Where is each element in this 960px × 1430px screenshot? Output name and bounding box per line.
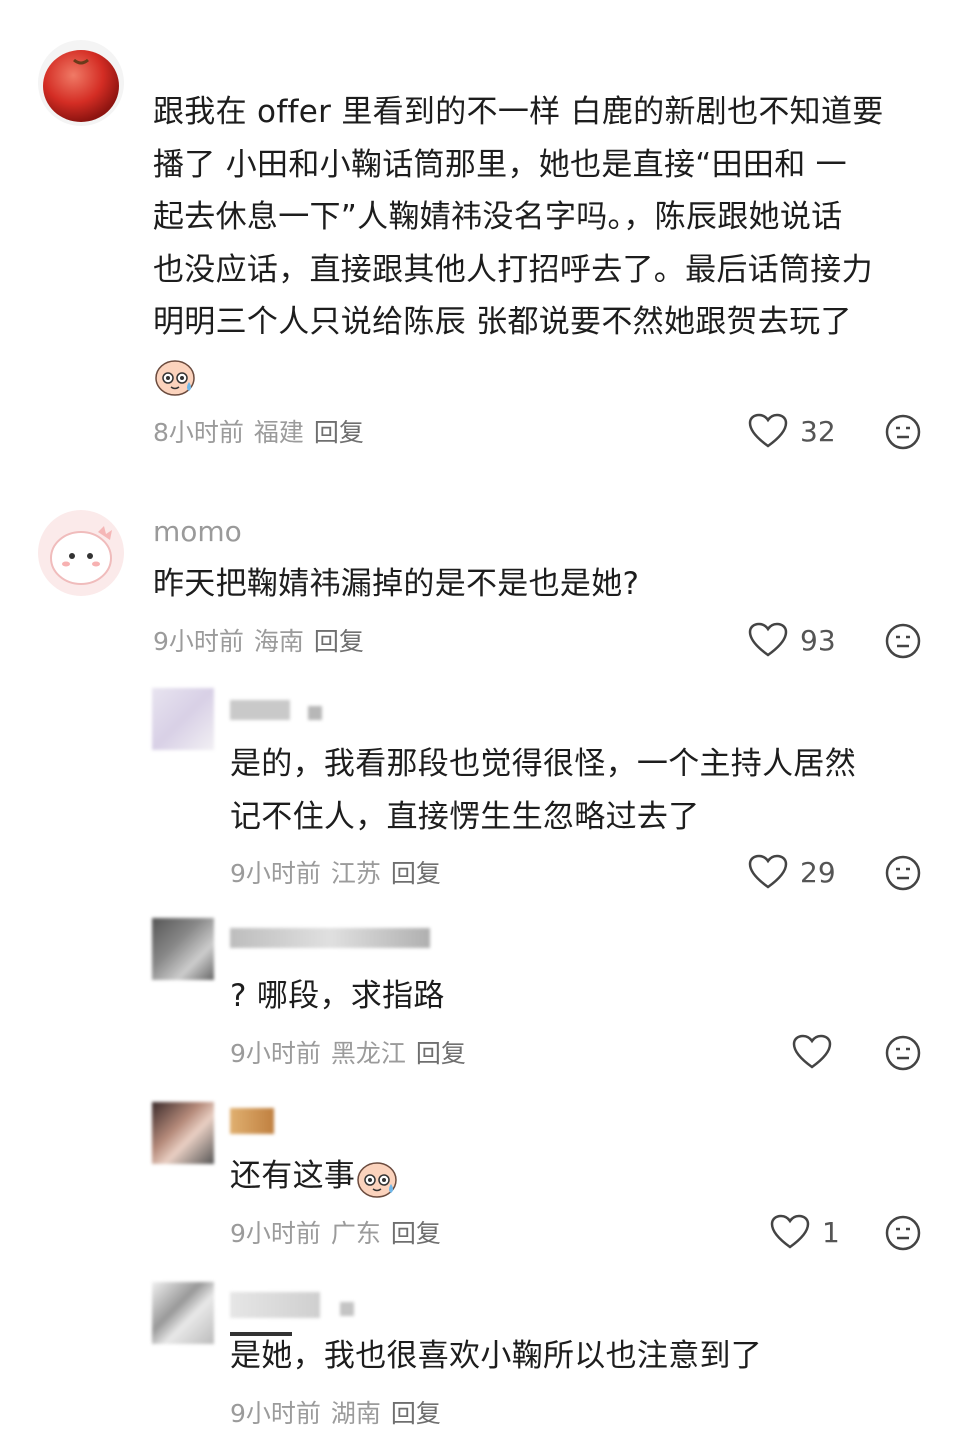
like-button[interactable]: 29 [748,854,836,890]
comment-location: 湖南 [330,1399,381,1428]
comment-line: 明明三个人只说给陈辰 张都说要不然她跟贺去玩了 [153,304,852,340]
blurred-avatar[interactable] [152,1102,214,1164]
comment-time: 9小时前 [230,1219,321,1248]
blurred-avatar[interactable] [152,918,214,980]
like-button[interactable]: 32 [748,413,836,449]
dislike-face-icon[interactable] [884,854,922,892]
dislike-face-icon[interactable] [884,413,922,451]
heart-icon [748,413,788,448]
dino-icon [50,526,112,585]
blurred-username-tail [308,706,322,720]
reply-button[interactable]: 回复 [391,1399,441,1428]
blurred-username [230,1108,274,1134]
apple-avatar[interactable] [38,40,124,126]
like-button[interactable] [792,1034,844,1070]
reply-button[interactable]: 回复 [314,418,364,447]
heart-icon [792,1034,832,1069]
sweat-face-emoji [357,1161,397,1198]
sweat-face-emoji [155,360,195,396]
comment-meta: 9小时前 海南 回复 [153,622,374,658]
comment-line: 还有这事 [230,1158,356,1194]
like-button[interactable]: 1 [770,1214,840,1250]
comment-location: 广东 [330,1219,381,1248]
comment-text: ? 哪段，求指路 [230,970,930,1023]
comment-time: 9小时前 [230,859,321,888]
like-count: 93 [800,623,836,657]
reply-button[interactable]: 回复 [416,1039,466,1068]
comment-text: 是她，我也很喜欢小鞠所以也注意到了 [230,1330,930,1383]
dislike-face-icon[interactable] [884,622,922,660]
reply-button[interactable]: 回复 [314,627,364,656]
comment-location: 福建 [253,418,304,447]
comment-line: 跟我在 offer 里看到的不一样 白鹿的新剧也不知道要 [153,94,884,130]
blurred-username [230,700,290,720]
dislike-face-icon[interactable] [884,1034,922,1072]
comment-line: 是她，我也很喜欢小鞠所以也注意到了 [230,1338,763,1374]
comment-meta: 9小时前 江苏 回复 [230,854,451,890]
blurred-username [230,928,430,948]
username[interactable]: momo [153,515,242,548]
comment-text: 昨天把鞠婧祎漏掉的是不是也是她? [153,558,933,611]
comment-meta: 9小时前 黑龙江 回复 [230,1034,476,1070]
blurred-avatar[interactable] [152,688,214,750]
reply-button[interactable]: 回复 [391,859,441,888]
comment-meta: 8小时前 福建 回复 [153,413,374,449]
heart-icon [770,1214,810,1249]
like-button[interactable]: 93 [748,622,836,658]
comment-line: 起去休息一下”人鞠婧祎没名字吗。，陈辰跟她说话 [153,199,843,235]
comment-meta: 9小时前 湖南 回复 [230,1394,451,1430]
pink-dino-avatar[interactable] [38,510,124,596]
blurred-username [230,1292,320,1318]
comment-text: 跟我在 offer 里看到的不一样 白鹿的新剧也不知道要 播了 小田和小鞠话筒那… [153,86,933,401]
dislike-face-icon[interactable] [884,1214,922,1252]
comment-time: 9小时前 [230,1039,321,1068]
comment-location: 黑龙江 [330,1039,406,1068]
like-count: 29 [800,855,836,889]
apple-icon [43,50,119,122]
comment-line: 昨天把鞠婧祎漏掉的是不是也是她? [153,566,640,602]
comment-line: 也没应话，直接跟其他人打招呼去了。最后话筒接力 [153,251,873,288]
blurred-avatar[interactable] [152,1282,214,1344]
heart-icon [748,622,788,657]
comment-line: 记不住人，直接愣生生忽略过去了 [230,798,700,835]
reply-button[interactable]: 回复 [391,1219,441,1248]
comment-time: 9小时前 [230,1399,321,1428]
like-count: 1 [822,1215,840,1249]
comment-line: 是的，我看那段也觉得很怪，一个主持人居然 [230,746,856,782]
comment-meta: 9小时前 广东 回复 [230,1214,451,1250]
comment-text: 还有这事 [230,1150,930,1203]
like-count: 32 [800,414,836,448]
comment-location: 海南 [253,627,304,656]
comment-text: 是的，我看那段也觉得很怪，一个主持人居然 记不住人，直接愣生生忽略过去了 [230,738,930,843]
comment-line: 播了 小田和小鞠话筒那里，她也是直接“田田和 一 [153,146,847,183]
comment-line: ? 哪段，求指路 [230,978,445,1014]
heart-icon [748,854,788,889]
comment-location: 江苏 [330,859,381,888]
comment-time: 8小时前 [153,418,244,447]
comment-time: 9小时前 [153,627,244,656]
blurred-username-tail [340,1302,354,1316]
